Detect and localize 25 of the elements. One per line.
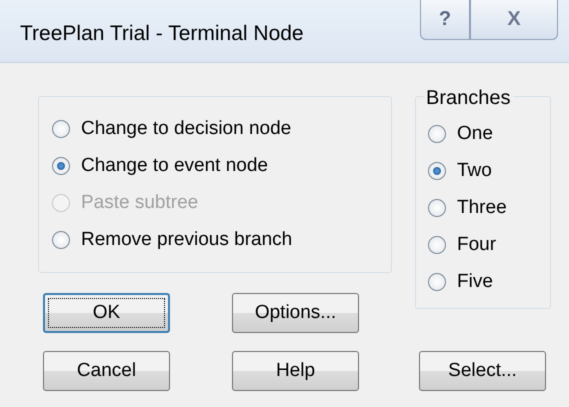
option-label: Change to decision node	[81, 117, 292, 141]
option-label: Remove previous branch	[81, 228, 292, 252]
option-label: Two	[457, 159, 492, 183]
option-label: Change to event node	[81, 154, 268, 178]
dialog-button[interactable]: Cancel	[43, 351, 170, 391]
dialog-button[interactable]: OK	[43, 293, 170, 333]
dialog-button[interactable]: Help	[232, 351, 359, 391]
radio-button[interactable]	[428, 272, 446, 290]
dialog-button[interactable]: Options...	[232, 293, 359, 333]
window-title: TreePlan Trial - Terminal Node	[20, 22, 305, 46]
option-label: Paste subtree	[81, 191, 198, 215]
radio-button[interactable]	[428, 236, 446, 254]
option-label: One	[457, 122, 493, 146]
dialog-button[interactable]: Select...	[419, 351, 546, 391]
radio-button[interactable]	[52, 230, 70, 248]
help-button[interactable]: ?	[420, 0, 470, 40]
radio-button[interactable]	[52, 120, 70, 138]
option-label: Four	[457, 233, 496, 257]
close-button[interactable]: X	[470, 0, 558, 40]
radio-button[interactable]	[428, 162, 446, 180]
radio-button[interactable]	[428, 198, 446, 216]
option-label: Three	[457, 196, 507, 220]
radio-button[interactable]	[428, 124, 446, 142]
radio-button[interactable]	[52, 156, 70, 174]
option-label: Five	[457, 270, 493, 294]
